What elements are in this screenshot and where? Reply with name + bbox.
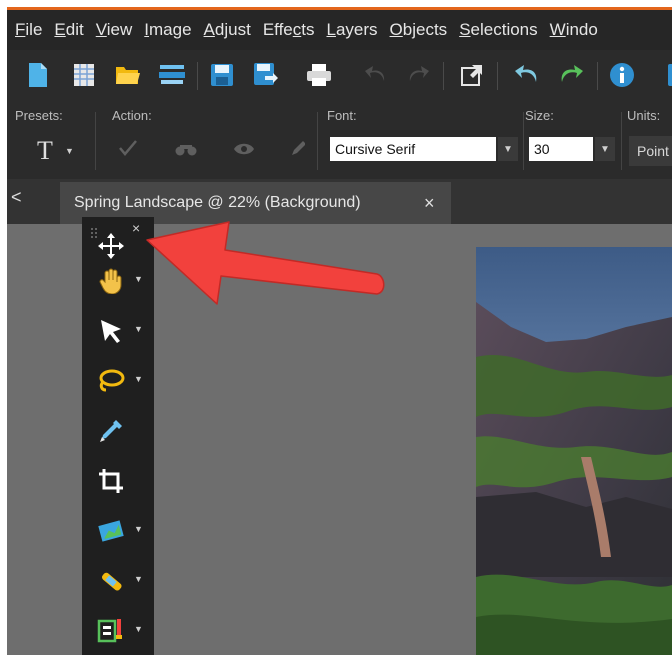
action-label: Action: bbox=[112, 108, 152, 123]
options-divider bbox=[317, 112, 318, 170]
annotation-arrow bbox=[137, 212, 397, 327]
chevron-down-icon[interactable]: ▼ bbox=[134, 524, 143, 534]
apply-check-icon[interactable] bbox=[119, 140, 137, 161]
binoculars-icon[interactable] bbox=[175, 142, 197, 161]
pan-hand-icon[interactable] bbox=[92, 262, 130, 300]
toolbar-divider bbox=[497, 62, 498, 90]
undo-icon[interactable] bbox=[361, 60, 391, 90]
grid-icon[interactable] bbox=[69, 60, 99, 90]
menu-bar: File Edit View Image Adjust Effects Laye… bbox=[7, 10, 672, 50]
font-dropdown-chevron-icon[interactable]: ▼ bbox=[498, 137, 518, 161]
new-document-icon[interactable] bbox=[23, 60, 53, 90]
toolbar-divider bbox=[443, 62, 444, 90]
crop-icon[interactable] bbox=[92, 462, 130, 500]
menu-layers[interactable]: Layers bbox=[326, 20, 377, 40]
font-size-select[interactable]: 30 bbox=[529, 137, 593, 161]
chevron-down-icon: ▼ bbox=[65, 146, 74, 156]
menu-objects[interactable]: Objects bbox=[390, 20, 448, 40]
undo-history-icon[interactable] bbox=[512, 60, 542, 90]
convert-to-curve-icon[interactable] bbox=[291, 140, 306, 161]
options-divider bbox=[95, 112, 96, 170]
units-select[interactable]: Point bbox=[629, 136, 672, 166]
presets-label: Presets: bbox=[15, 108, 63, 123]
size-label: Size: bbox=[525, 108, 554, 123]
options-divider bbox=[523, 112, 524, 170]
save-as-icon[interactable] bbox=[251, 60, 281, 90]
redo-history-icon[interactable] bbox=[556, 60, 586, 90]
toolbar-divider bbox=[197, 62, 198, 90]
eye-icon[interactable] bbox=[233, 142, 255, 161]
menu-image[interactable]: Image bbox=[144, 20, 191, 40]
toolbar-divider bbox=[597, 62, 598, 90]
save-icon[interactable] bbox=[207, 60, 237, 90]
chevron-down-icon[interactable]: ▼ bbox=[134, 374, 143, 384]
options-divider bbox=[621, 112, 622, 170]
info-icon[interactable] bbox=[607, 60, 637, 90]
menu-edit[interactable]: Edit bbox=[54, 20, 83, 40]
menu-adjust[interactable]: Adjust bbox=[204, 20, 251, 40]
menu-view[interactable]: View bbox=[96, 20, 133, 40]
export-icon[interactable] bbox=[457, 60, 487, 90]
straighten-icon[interactable] bbox=[92, 512, 130, 550]
lasso-selection-icon[interactable] bbox=[92, 362, 130, 400]
size-dropdown-chevron-icon[interactable]: ▼ bbox=[595, 137, 615, 161]
pick-arrow-icon[interactable] bbox=[92, 312, 130, 350]
dropper-icon[interactable] bbox=[92, 412, 130, 450]
scan-icon[interactable] bbox=[157, 60, 187, 90]
font-select[interactable]: Cursive Serif bbox=[330, 137, 496, 161]
chevron-down-icon[interactable]: ▼ bbox=[134, 574, 143, 584]
print-icon[interactable] bbox=[304, 60, 334, 90]
toolbar-overflow-icon[interactable] bbox=[657, 60, 672, 90]
text-tool-icon: T bbox=[37, 136, 53, 165]
menu-selections[interactable]: Selections bbox=[459, 20, 537, 40]
pan-move-icon[interactable] bbox=[92, 227, 130, 265]
redo-icon[interactable] bbox=[403, 60, 433, 90]
close-tab-icon[interactable]: × bbox=[424, 193, 435, 214]
menu-file[interactable]: File bbox=[15, 20, 42, 40]
font-label: Font: bbox=[327, 108, 357, 123]
landscape-photo bbox=[476, 247, 672, 655]
units-label: Units: bbox=[627, 108, 661, 123]
standard-toolbar bbox=[7, 50, 672, 102]
tab-scroll-left-icon[interactable]: < bbox=[11, 187, 22, 208]
menu-effects[interactable]: Effects bbox=[263, 20, 315, 40]
open-folder-icon[interactable] bbox=[113, 60, 143, 90]
chevron-down-icon[interactable]: ▼ bbox=[134, 624, 143, 634]
document-tab-title: Spring Landscape @ 22% (Background) bbox=[74, 194, 361, 211]
menu-window[interactable]: Windo bbox=[550, 20, 598, 40]
text-preset-button[interactable]: T ▼ bbox=[35, 134, 85, 168]
tool-options-palette: Presets: T ▼ Action: Font: Cursive Serif… bbox=[7, 102, 672, 179]
red-eye-icon[interactable] bbox=[92, 612, 130, 650]
retouch-brush-icon[interactable] bbox=[92, 562, 130, 600]
